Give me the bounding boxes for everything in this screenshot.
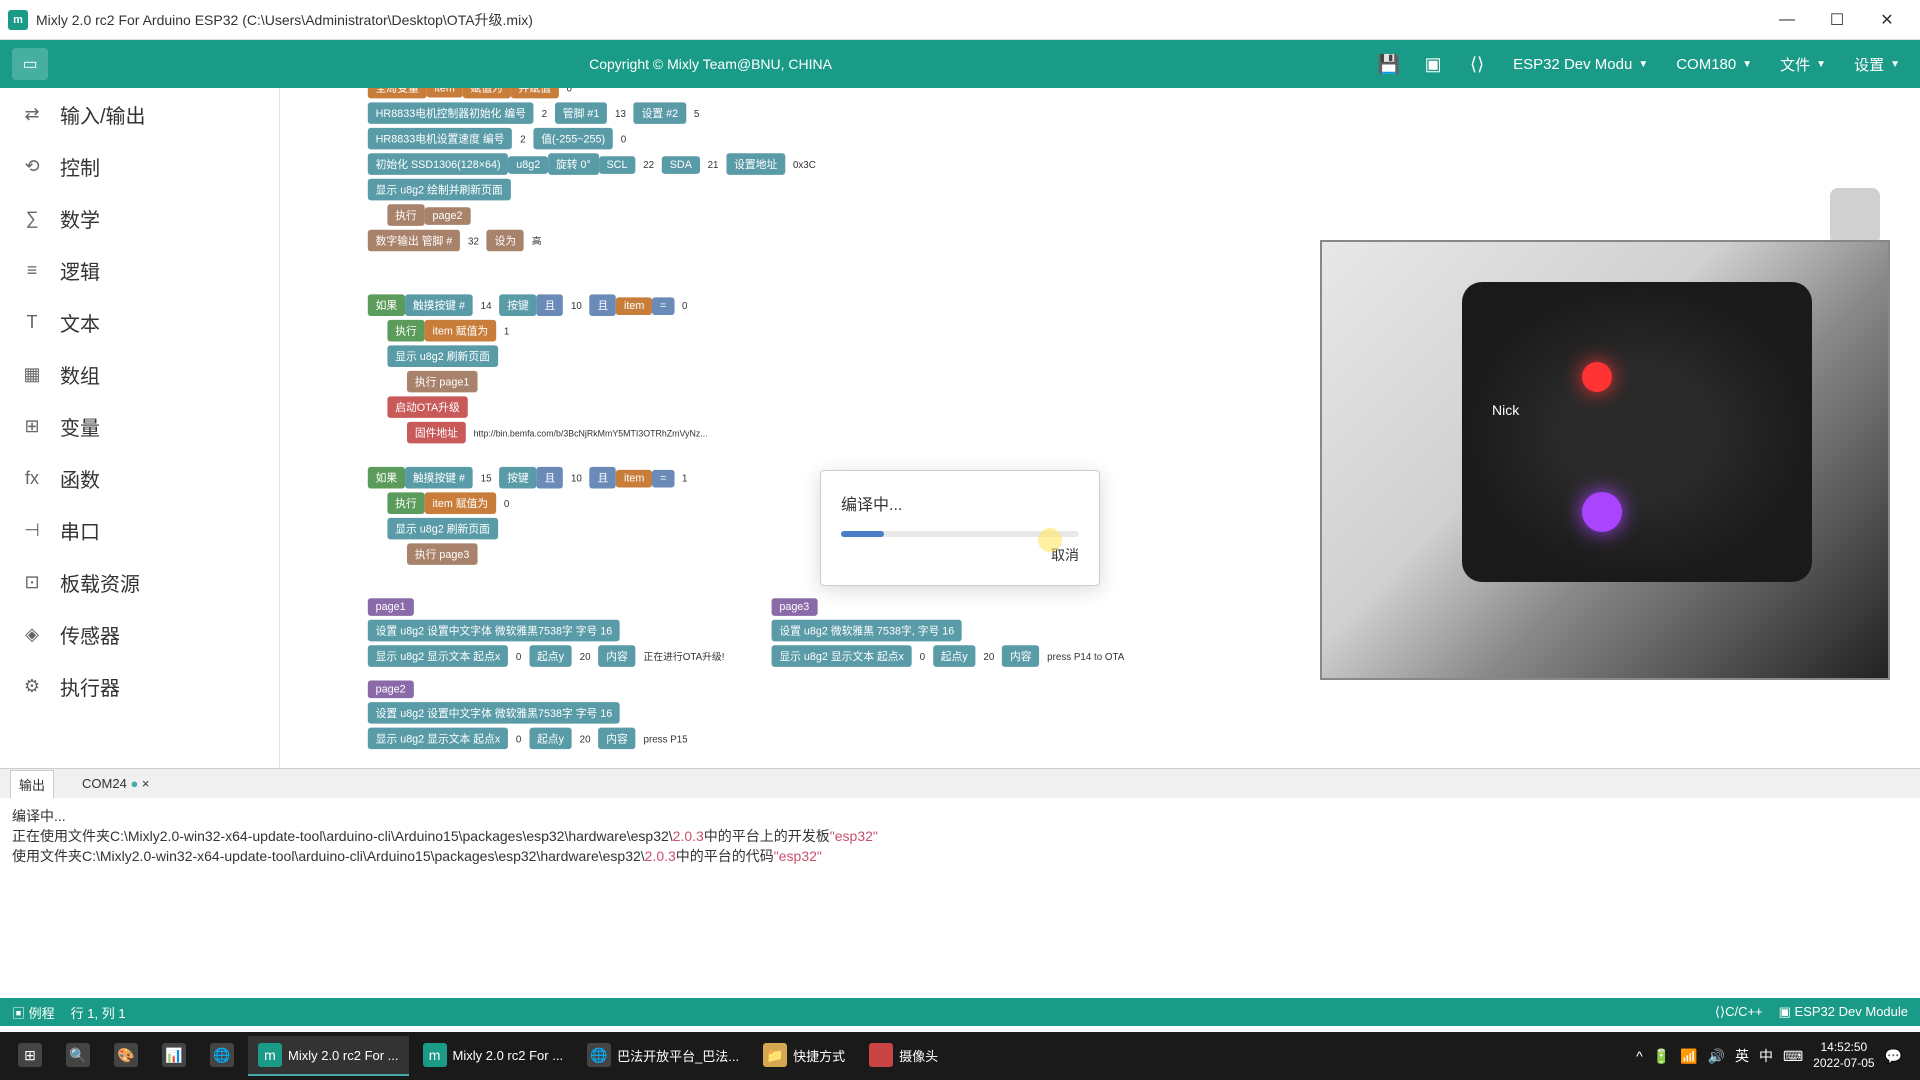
sidebar-item-serial[interactable]: ⊣ 串口 [0,504,279,556]
toolbar-tab-icon[interactable]: ▭ [12,48,48,80]
sidebar-item-actuator[interactable]: ⚙ 执行器 [0,660,279,712]
sidebar-label: 函数 [60,464,100,493]
tray-wifi-icon[interactable]: 📶 [1680,1048,1697,1065]
dialog-title: 编译中... [841,491,1079,515]
category-sidebar: ⇄输入/输出 ⟲控制 ∑数学 ≡逻辑 T文本 ▦数组 ⊞变量 fx函数 ⊣串口 … [0,88,280,768]
cursor-highlight [1038,528,1062,552]
layout-icon[interactable]: ▣ [1417,48,1449,80]
sidebar-item-io[interactable]: ⇄ 输入/输出 [0,88,279,140]
led-red-indicator [1582,362,1612,392]
io-icon: ⇄ [20,102,44,126]
actuator-icon: ⚙ [20,674,44,698]
sidebar-item-onboard[interactable]: ⊡ 板载资源 [0,556,279,608]
sidebar-label: 文本 [60,308,100,337]
tray-volume-icon[interactable]: 🔊 [1708,1048,1725,1065]
copyright-text: Copyright © Mixly Team@BNU, CHINA [48,56,1373,72]
setup-block-group[interactable]: 全局变量item赋值为并赋值0 HR8833电机控制器初始化 编号2管脚 #11… [368,88,1132,253]
led-purple-indicator [1582,492,1622,532]
serial-icon: ⊣ [20,518,44,542]
text-icon: T [20,310,44,334]
sidebar-item-text[interactable]: T 文本 [0,296,279,348]
sidebar-label: 传感器 [60,620,120,649]
taskbar: ⊞ 🔍 🎨 📊 🌐 mMixly 2.0 rc2 For ... mMixly … [0,1032,1920,1080]
tray-ime-icon[interactable]: 英 [1735,1046,1749,1066]
toolbar: ▭ Copyright © Mixly Team@BNU, CHINA 💾 ▣ … [0,40,1920,88]
taskbar-shortcut[interactable]: 📁快捷方式 [753,1036,855,1076]
app-icon: m [8,10,28,30]
sidebar-label: 逻辑 [60,256,100,285]
sidebar-item-sensor[interactable]: ◈ 传感器 [0,608,279,660]
sidebar-label: 执行器 [60,672,120,701]
trash-icon[interactable] [1830,188,1880,248]
sidebar-item-logic[interactable]: ≡ 逻辑 [0,244,279,296]
save-icon[interactable]: 💾 [1373,48,1405,80]
control-icon: ⟲ [20,154,44,178]
camera-overlay: Nick [1320,240,1890,680]
taskbar-search[interactable]: 🔍 [56,1036,100,1076]
taskbar-camera[interactable]: ●摄像头 [859,1036,948,1076]
tray-ime2-icon[interactable]: 中 [1759,1046,1773,1066]
tray-notification-icon[interactable]: 💬 [1885,1048,1902,1065]
output-tab[interactable]: 输出 [10,770,54,798]
output-tabs: 输出 COM24 ● × [0,768,1920,798]
settings-menu[interactable]: 设置 [1846,50,1908,79]
taskbar-calc[interactable]: 📊 [152,1036,196,1076]
taskbar-mixly2[interactable]: mMixly 2.0 rc2 For ... [413,1036,574,1076]
onboard-icon: ⊡ [20,570,44,594]
close-button[interactable]: ✕ [1872,5,1902,35]
sidebar-item-array[interactable]: ▦ 数组 [0,348,279,400]
compile-dialog: 编译中... 取消 [820,470,1100,586]
port-selector[interactable]: COM180 [1668,52,1760,77]
sidebar-label: 输入/输出 [60,100,146,129]
maximize-button[interactable]: ☐ [1822,5,1852,35]
tray-battery-icon[interactable]: 🔋 [1653,1048,1670,1065]
taskbar-browser[interactable]: 🌐 [200,1036,244,1076]
sidebar-label: 数学 [60,204,100,233]
page3-function-block[interactable]: page3 设置 u8g2 微软雅黑 7538字, 字号 16 显示 u8g2 … [771,596,1132,669]
titlebar: m Mixly 2.0 rc2 For Arduino ESP32 (C:\Us… [0,0,1920,40]
code-icon[interactable]: ⟨⟩ [1461,48,1493,80]
if-block-1[interactable]: 如果触摸按键 #14按键且10且item=0 执行item 赋值为1 显示 u8… [368,292,1132,445]
start-button[interactable]: ⊞ [8,1036,52,1076]
board-selector[interactable]: ESP32 Dev Modu [1505,52,1656,77]
tray-keyboard-icon[interactable]: ⌨ [1783,1048,1803,1065]
sidebar-label: 串口 [60,516,100,545]
sidebar-item-math[interactable]: ∑ 数学 [0,192,279,244]
camera-label: Nick [1492,402,1519,418]
window-title: Mixly 2.0 rc2 For Arduino ESP32 (C:\User… [36,10,1772,30]
file-menu[interactable]: 文件 [1772,50,1834,79]
function-icon: fx [20,466,44,490]
sidebar-item-control[interactable]: ⟲ 控制 [0,140,279,192]
taskbar-paint[interactable]: 🎨 [104,1036,148,1076]
tray-up-icon[interactable]: ^ [1636,1048,1643,1064]
sidebar-item-function[interactable]: fx 函数 [0,452,279,504]
status-lang[interactable]: ⟨⟩C/C++ [1715,1004,1763,1020]
variable-icon: ⊞ [20,414,44,438]
taskbar-bemfa[interactable]: 🌐巴法开放平台_巴法... [577,1036,749,1076]
statusbar: ▣ 例程 行 1, 列 1 ⟨⟩C/C++ ▣ ESP32 Dev Module [0,998,1920,1026]
status-cursor: 行 1, 列 1 [71,1003,126,1022]
math-icon: ∑ [20,206,44,230]
array-icon: ▦ [20,362,44,386]
minimize-button[interactable]: — [1772,5,1802,35]
logic-icon: ≡ [20,258,44,282]
status-board[interactable]: ▣ ESP32 Dev Module [1779,1004,1908,1020]
page1-function-block[interactable]: page1 设置 u8g2 设置中文字体 微软雅黑7538字 字号 16 显示 … [368,596,732,669]
page2-function-block[interactable]: page2 设置 u8g2 设置中文字体 微软雅黑7538字 字号 16 显示 … [368,679,1132,752]
sidebar-label: 数组 [60,360,100,389]
output-console[interactable]: 编译中... 正在使用文件夹C:\Mixly2.0-win32-x64-upda… [0,798,1920,998]
sidebar-item-variable[interactable]: ⊞ 变量 [0,400,279,452]
sidebar-label: 控制 [60,152,100,181]
sensor-icon: ◈ [20,622,44,646]
sidebar-label: 变量 [60,412,100,441]
taskbar-clock[interactable]: 14:52:50 2022-07-05 [1813,1040,1874,1071]
status-example[interactable]: ▣ 例程 [12,1003,55,1022]
com-tab[interactable]: COM24 ● × [74,772,158,795]
sidebar-label: 板载资源 [60,568,140,597]
taskbar-mixly1[interactable]: mMixly 2.0 rc2 For ... [248,1036,409,1076]
